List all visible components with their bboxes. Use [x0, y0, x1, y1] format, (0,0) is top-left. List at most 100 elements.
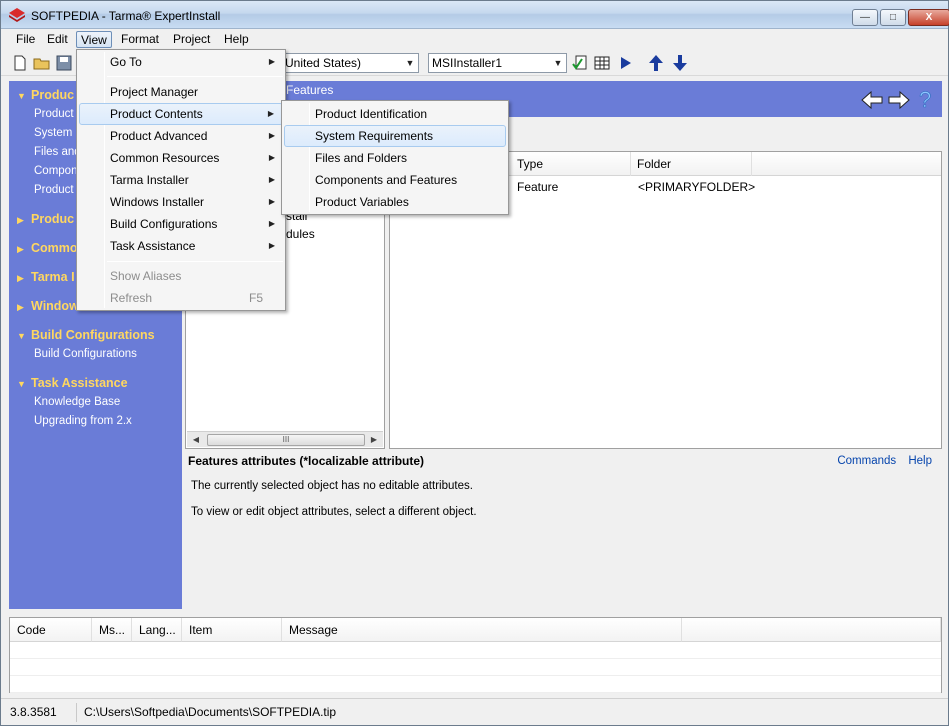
minimize-button[interactable]: — — [852, 9, 878, 26]
column-folder[interactable]: Folder — [631, 152, 752, 176]
sidebar-header-tarma[interactable]: ▶ Tarma I — [17, 268, 75, 286]
menu-file[interactable]: File — [12, 31, 39, 48]
new-document-icon[interactable] — [11, 54, 29, 72]
help-link[interactable]: Help — [908, 455, 932, 467]
menu-item-product-identification[interactable]: Product Identification — [284, 103, 506, 125]
menu-item-refresh[interactable]: Refresh F5 — [79, 287, 283, 309]
sidebar-header-label: Commo — [31, 241, 78, 255]
submenu-arrow-icon: ▶ — [268, 219, 275, 228]
menu-format[interactable]: Format — [117, 31, 163, 48]
menu-item-label: Product Variables — [315, 195, 409, 209]
menu-item-label: Refresh — [110, 291, 153, 305]
menu-item-product-contents[interactable]: Product Contents ▶ — [79, 103, 283, 125]
menu-item-project-manager[interactable]: Project Manager — [79, 81, 283, 103]
cell-folder[interactable]: <PRIMARYFOLDER> — [638, 180, 755, 194]
status-bar: 3.8.3581 C:\Users\Softpedia\Documents\SO… — [1, 698, 948, 725]
collapsed-arrow-icon: ▶ — [17, 244, 24, 254]
sidebar-header-label: Tarma I — [31, 270, 75, 284]
back-arrow-icon[interactable] — [861, 90, 883, 110]
nav-arrows: ? — [861, 87, 936, 116]
forward-arrow-icon[interactable] — [888, 90, 911, 110]
submenu-arrow-icon: ▶ — [268, 197, 275, 206]
view-menu: Go To ▶ Project Manager Product Contents ▶… — [76, 49, 286, 311]
log-column-ms[interactable]: Ms... — [92, 618, 132, 642]
sidebar-header-common[interactable]: ▶ Commo — [17, 239, 78, 257]
menu-item-label: Product Advanced — [110, 129, 208, 143]
attributes-title: Features attributes (*localizable attrib… — [188, 454, 425, 468]
application-window: SOFTPEDIA - Tarma® ExpertInstall — □ X F… — [0, 0, 949, 726]
build-icon[interactable] — [571, 54, 589, 72]
menu-separator — [107, 261, 283, 262]
app-logo-icon — [9, 8, 25, 22]
menu-item-components-and-features[interactable]: Components and Features — [284, 169, 506, 191]
menu-item-task-assistance[interactable]: Task Assistance ▶ — [79, 235, 283, 257]
sidebar-item-knowledge-base[interactable]: Knowledge Base — [34, 393, 120, 411]
log-column-code[interactable]: Code — [10, 618, 92, 642]
sidebar-header-label: Produc — [31, 88, 75, 102]
language-combo[interactable]: United States) ▼ — [281, 53, 419, 73]
maximize-button[interactable]: □ — [880, 9, 906, 26]
menu-edit[interactable]: Edit — [43, 31, 72, 48]
sidebar-header-task-assistance[interactable]: ▼ Task Assistance — [17, 374, 128, 392]
scroll-right-icon[interactable]: ▶ — [367, 433, 381, 447]
menu-item-label: Build Configurations — [110, 217, 218, 231]
menu-item-files-and-folders[interactable]: Files and Folders — [284, 147, 506, 169]
menu-item-build-configurations[interactable]: Build Configurations ▶ — [79, 213, 283, 235]
page-title: Features — [286, 83, 334, 97]
menu-help[interactable]: Help — [220, 31, 253, 48]
menu-item-show-aliases[interactable]: Show Aliases — [79, 265, 283, 287]
attributes-message: The currently selected object has no edi… — [191, 480, 473, 492]
save-icon[interactable] — [55, 54, 73, 72]
chevron-down-icon: ▼ — [553, 58, 563, 68]
menu-separator — [107, 76, 283, 77]
sidebar-item-product[interactable]: Product — [34, 105, 74, 123]
log-column-message[interactable]: Message — [282, 618, 682, 642]
message-log[interactable]: Code Ms... Lang... Item Message — [9, 617, 942, 693]
menu-item-label: Components and Features — [315, 173, 458, 187]
grid-icon[interactable] — [593, 54, 611, 72]
log-column-empty — [682, 618, 941, 642]
sidebar-header-product-contents[interactable]: ▼ Produc — [17, 86, 74, 104]
column-type[interactable]: Type — [511, 152, 631, 176]
submenu-arrow-icon: ▶ — [268, 57, 275, 66]
help-icon[interactable]: ? — [916, 87, 936, 113]
open-folder-icon[interactable] — [33, 54, 51, 72]
title-bar[interactable]: SOFTPEDIA - Tarma® ExpertInstall — □ X — [1, 1, 949, 29]
log-column-item[interactable]: Item — [182, 618, 282, 642]
title-app: - Tarma® ExpertInstall — [98, 9, 221, 23]
scroll-left-icon[interactable]: ◀ — [189, 433, 203, 447]
sidebar-header-build[interactable]: ▼ Build Configurations — [17, 326, 155, 344]
play-icon[interactable] — [617, 54, 635, 72]
sidebar-header-label: Build Configurations — [31, 328, 155, 342]
target-combo[interactable]: MSIInstaller1 ▼ — [428, 53, 567, 73]
title-brand: SOFTPEDIA — [31, 9, 99, 23]
log-row — [10, 676, 941, 693]
menu-project[interactable]: Project — [169, 31, 214, 48]
log-column-lang[interactable]: Lang... — [132, 618, 182, 642]
menu-item-system-requirements[interactable]: System Requirements — [284, 125, 506, 147]
sidebar-item-build-configurations[interactable]: Build Configurations — [34, 345, 137, 363]
close-button[interactable]: X — [908, 9, 949, 26]
menu-item-go-to[interactable]: Go To ▶ — [79, 51, 283, 73]
menu-bar: File Edit View Format Project Help — [1, 29, 948, 49]
menu-item-common-resources[interactable]: Common Resources ▶ — [79, 147, 283, 169]
commands-link[interactable]: Commands — [837, 455, 896, 467]
arrow-down-icon[interactable] — [671, 54, 689, 72]
menu-item-product-variables[interactable]: Product Variables — [284, 191, 506, 213]
tree-node[interactable]: dules — [286, 227, 315, 241]
submenu-arrow-icon: ▶ — [268, 131, 275, 140]
menu-item-product-advanced[interactable]: Product Advanced ▶ — [79, 125, 283, 147]
sidebar-item-files[interactable]: Files and — [34, 143, 81, 161]
menu-view[interactable]: View — [76, 31, 112, 48]
sidebar-item-upgrading[interactable]: Upgrading from 2.x — [34, 412, 132, 430]
menu-item-tarma-installer[interactable]: Tarma Installer ▶ — [79, 169, 283, 191]
sidebar-header-windows[interactable]: ▶ Window — [17, 297, 79, 315]
attributes-hint: To view or edit object attributes, selec… — [191, 506, 477, 518]
sidebar-header-product-advanced[interactable]: ▶ Produc — [17, 210, 74, 228]
scrollbar-thumb[interactable]: III — [207, 434, 365, 446]
menu-item-windows-installer[interactable]: Windows Installer ▶ — [79, 191, 283, 213]
cell-type[interactable]: Feature — [517, 180, 558, 194]
menu-item-label: Product Contents — [110, 107, 203, 121]
arrow-up-icon[interactable] — [647, 54, 665, 72]
horizontal-scrollbar[interactable]: ◀ III ▶ — [187, 431, 383, 447]
